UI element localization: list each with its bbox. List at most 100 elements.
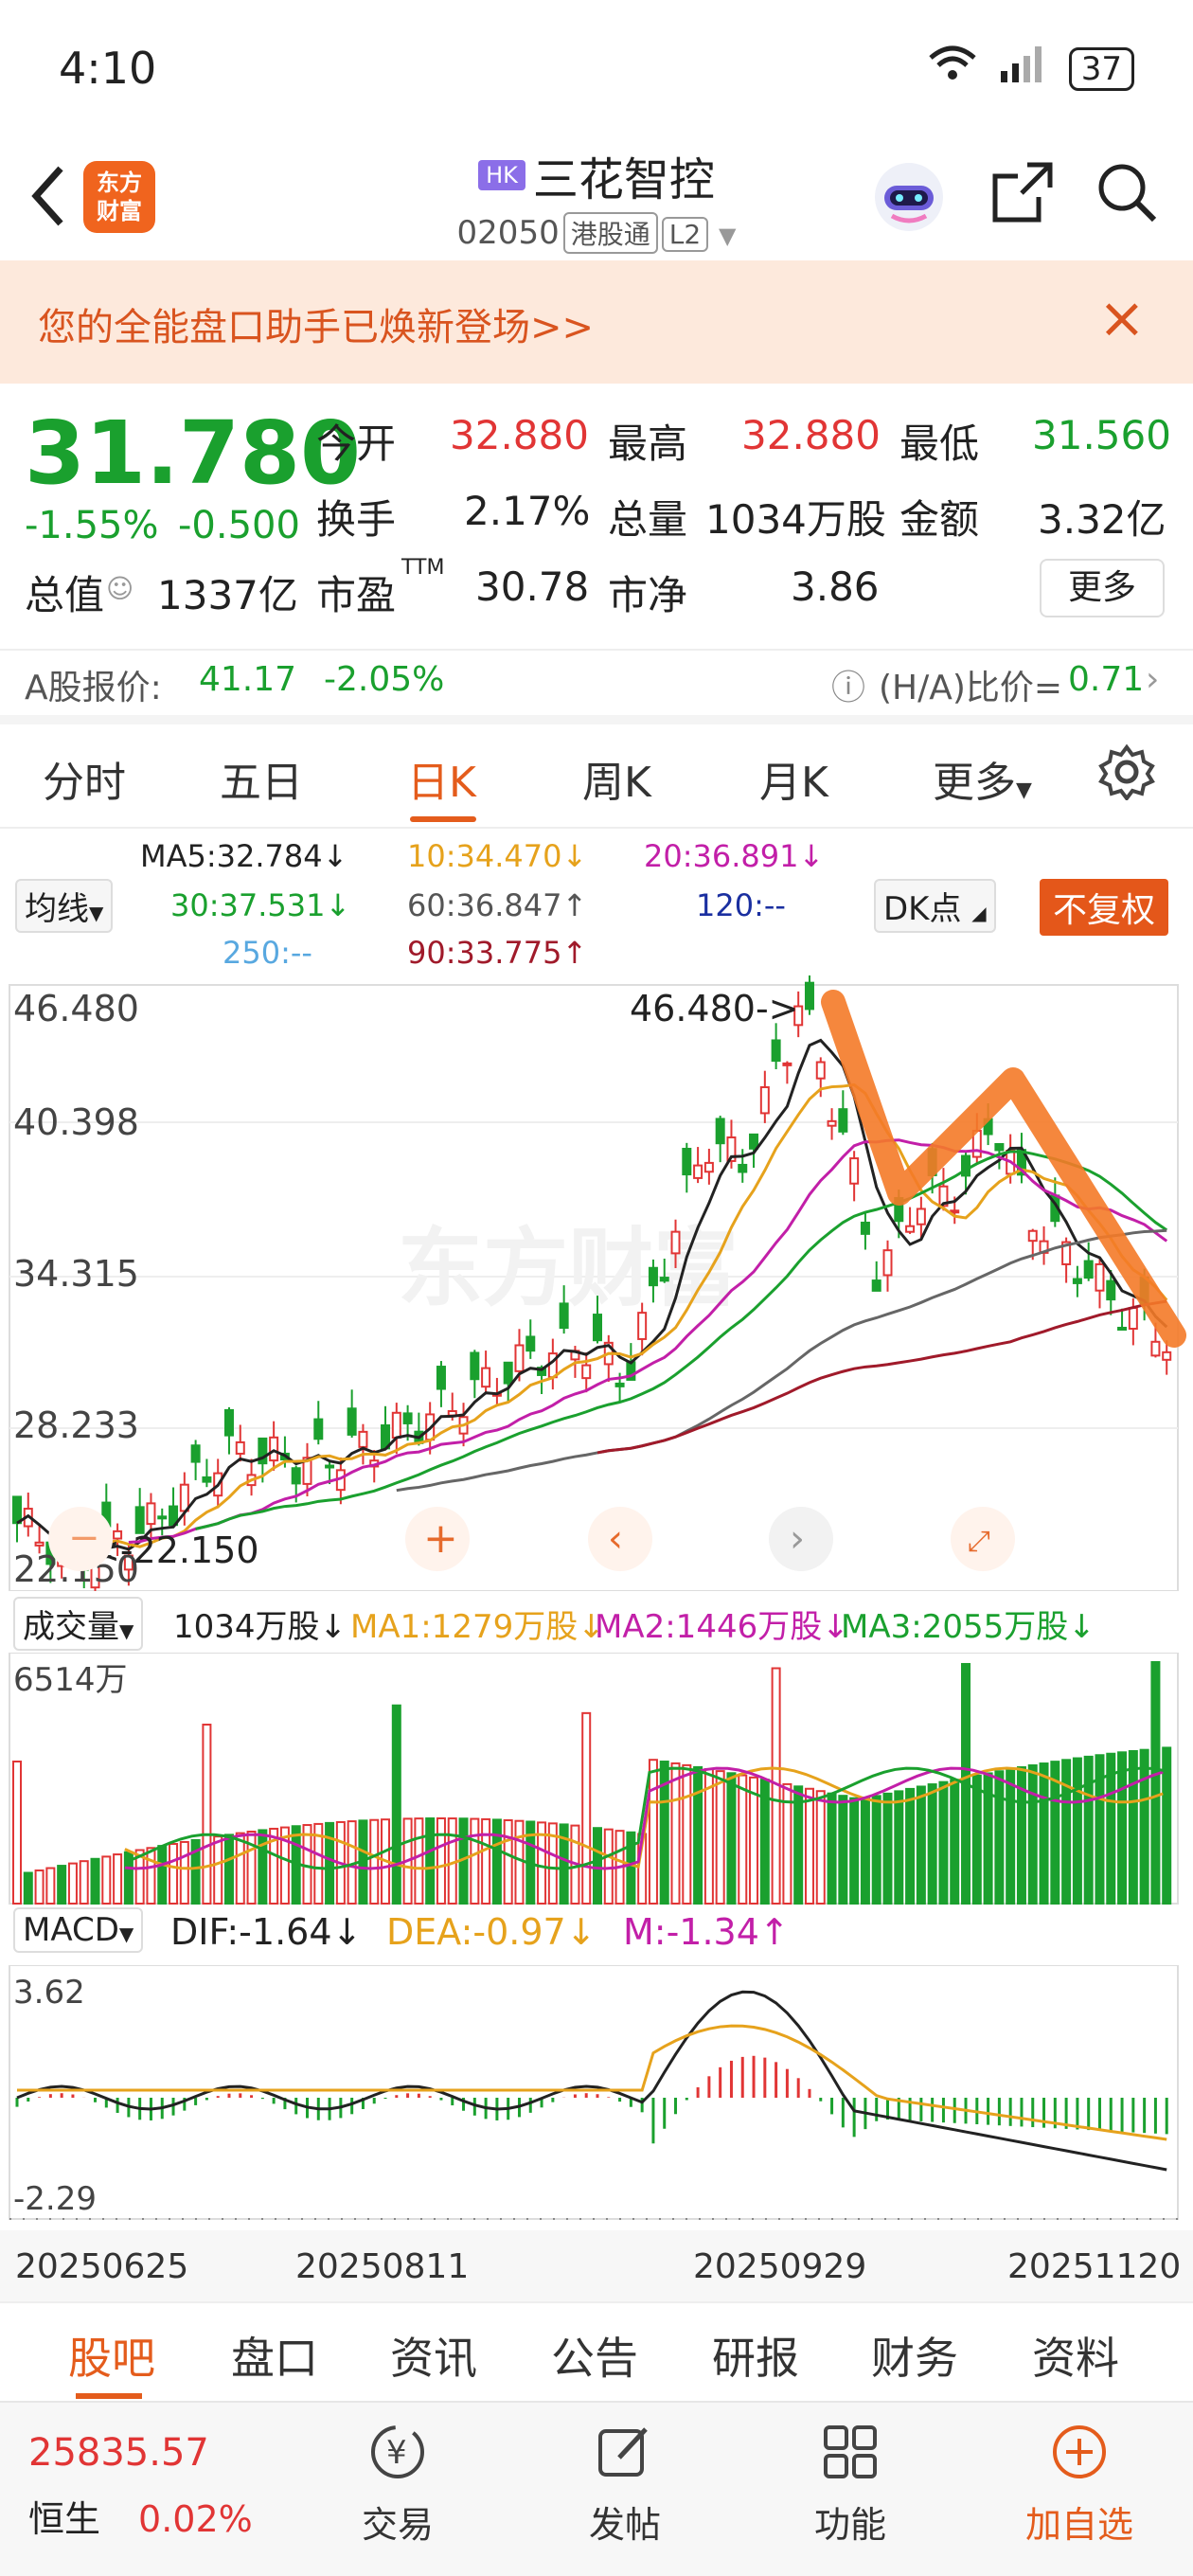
pe-value: 30.78 <box>475 564 590 610</box>
chevron-right-icon[interactable]: › <box>1146 660 1159 699</box>
tab-research[interactable]: 研报 <box>712 2324 799 2387</box>
candle <box>682 1147 692 1176</box>
candle <box>871 1279 881 1292</box>
tab-profile[interactable]: 资料 <box>1032 2324 1119 2387</box>
volume-bar <box>425 1817 436 1905</box>
y-label-4: 28.233 <box>13 1404 139 1446</box>
more-button[interactable]: 更多 <box>1040 559 1165 617</box>
plus-circle-icon <box>1013 2422 1146 2496</box>
ha-ratio-value: 0.71 <box>1068 660 1145 699</box>
macd-dea: DEA:-0.97↓ <box>386 1911 596 1953</box>
volume-bar <box>1162 1746 1172 1905</box>
candle <box>202 1476 212 1483</box>
stock-code: 02050 <box>456 214 560 252</box>
volume-bar <box>146 1847 156 1905</box>
volume-selector[interactable]: 成交量▼ <box>13 1597 144 1651</box>
candle <box>34 1541 45 1547</box>
level-tag: L2 <box>661 217 709 252</box>
info-icon[interactable]: ☺ <box>106 573 134 604</box>
low-label: 最低 <box>899 420 980 467</box>
function-button[interactable]: 功能 <box>793 2422 907 2548</box>
candle <box>559 1302 569 1330</box>
pe-superscript: TTM <box>401 556 445 580</box>
min-price-label: <-22.150 <box>90 1530 259 1571</box>
max-price-label: 46.480-> <box>630 988 799 1029</box>
tab-daily-k[interactable]: 日K <box>407 748 476 809</box>
candle <box>470 1351 480 1381</box>
dropdown-icon[interactable]: ▼ <box>719 223 736 249</box>
volume-bar <box>827 1792 837 1905</box>
kline-chart[interactable]: 东方财富 46.480 40.398 34.315 28.233 22.150 … <box>0 975 1193 1591</box>
hang-seng-index[interactable]: 25835.57 恒生 0.02% <box>28 2431 265 2542</box>
ma-legend: 均线▼ MA5:32.784↓ 10:34.470↓ 20:36.891↓ 30… <box>0 833 1193 975</box>
dk-point-selector[interactable]: DK点 ◢ <box>874 879 996 933</box>
indicator-selector[interactable]: 均线▼ <box>15 879 114 933</box>
tab-five-day[interactable]: 五日 <box>220 748 303 809</box>
tab-more[interactable]: 更多▼ <box>933 748 1032 809</box>
candle <box>12 1495 22 1525</box>
volume-bar <box>202 1724 212 1905</box>
low-value: 31.560 <box>1032 412 1171 458</box>
volume-bar <box>90 1857 100 1905</box>
promo-banner[interactable]: 您的全能盘口助手已焕新登场>> × <box>0 260 1193 384</box>
candle <box>1095 1262 1105 1292</box>
tab-guba[interactable]: 股吧 <box>68 2324 155 2387</box>
help-icon[interactable]: ⓘ <box>831 660 865 709</box>
volume-bar <box>950 1779 960 1905</box>
add-watchlist-button[interactable]: 加自选 <box>1013 2422 1146 2548</box>
volume-bar <box>626 1831 636 1905</box>
post-button[interactable]: 发帖 <box>568 2422 682 2548</box>
candle <box>1083 1260 1094 1279</box>
turnover-value: 2.17% <box>464 488 591 534</box>
assistant-robot-icon[interactable] <box>871 159 947 235</box>
volume-bar <box>113 1853 123 1905</box>
a-share-price: 41.17 <box>199 660 297 699</box>
candle <box>1117 1326 1128 1331</box>
macd-chart[interactable]: 3.62 -2.29 20250625 20250811 20250929 20… <box>0 1965 1193 2301</box>
settings-gear-icon[interactable] <box>1098 743 1155 811</box>
volume-bar <box>682 1763 692 1905</box>
tab-announcement[interactable]: 公告 <box>551 2324 638 2387</box>
plus-icon: + <box>423 1514 458 1563</box>
candle <box>815 1061 826 1080</box>
volume-bar <box>838 1795 848 1905</box>
volume-chart[interactable]: 6514万 <box>0 1653 1193 1908</box>
candle <box>994 1143 1005 1152</box>
tab-monthly-k[interactable]: 月K <box>759 748 828 809</box>
volume-bar <box>871 1795 881 1905</box>
volume-bar <box>916 1785 926 1905</box>
volume-bar <box>815 1790 826 1905</box>
stock-name: 三花智控 <box>532 153 715 206</box>
a-share-row[interactable]: A股报价: 41.17 -2.05% ⓘ (H/A)比价= 0.71 › <box>0 649 1193 724</box>
tab-weekly-k[interactable]: 周K <box>582 748 651 809</box>
banner-text[interactable]: 您的全能盘口助手已焕新登场>> <box>38 296 594 351</box>
info-tabs: 股吧 盘口 资讯 公告 研报 财务 资料 <box>0 2301 1193 2401</box>
volume-bar <box>882 1792 893 1905</box>
share-icon[interactable] <box>985 159 1060 235</box>
yen-icon: ¥ <box>341 2422 454 2496</box>
a-share-pct: -2.05% <box>324 660 445 699</box>
macd-selector[interactable]: MACD▼ <box>13 1907 144 1953</box>
search-icon[interactable] <box>1089 159 1165 235</box>
volume-bar <box>1139 1748 1149 1905</box>
trade-button[interactable]: ¥ 交易 <box>341 2422 454 2548</box>
volume-bar <box>67 1862 78 1905</box>
tab-pankou[interactable]: 盘口 <box>231 2324 318 2387</box>
volume-bar <box>715 1770 725 1905</box>
candle <box>614 1382 625 1387</box>
volume-bar <box>793 1785 804 1905</box>
adjust-button[interactable]: 不复权 <box>1040 879 1169 936</box>
volume-bar <box>693 1765 703 1905</box>
macd-top-label: 3.62 <box>13 1974 85 2012</box>
volume-current: 1034万股↓ <box>173 1608 347 1646</box>
tab-intraday[interactable]: 分时 <box>43 748 126 809</box>
candle <box>269 1436 279 1462</box>
volume-bar <box>1006 1768 1016 1905</box>
close-icon[interactable]: × <box>1098 285 1146 351</box>
turnover-label: 换手 <box>316 496 397 543</box>
tab-news[interactable]: 资讯 <box>390 2324 477 2387</box>
dif-line <box>16 1990 1167 2172</box>
index-value: 25835.57 <box>28 2431 209 2475</box>
connect-tag: 港股通 <box>562 212 658 254</box>
tab-finance[interactable]: 财务 <box>871 2324 958 2387</box>
